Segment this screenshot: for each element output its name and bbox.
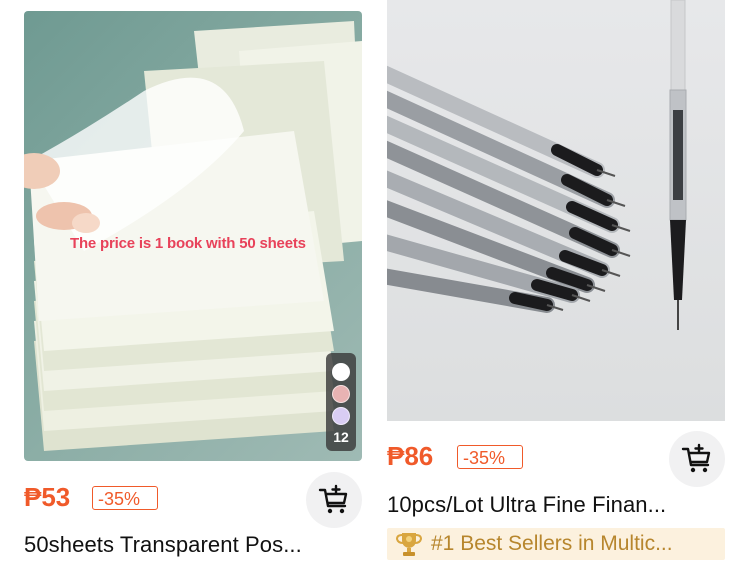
product-card[interactable]: ₱86 -35% 10pcs/Lot Ultra Fine Finan... #… bbox=[387, 0, 725, 566]
add-to-cart-icon bbox=[681, 443, 711, 473]
discount-badge: -35% bbox=[92, 486, 158, 510]
variant-swatch[interactable] bbox=[332, 385, 350, 403]
variant-swatch[interactable] bbox=[332, 363, 350, 381]
add-to-cart-icon bbox=[318, 484, 348, 514]
color-variant-picker[interactable]: 12 bbox=[326, 353, 356, 451]
product-image[interactable]: The price is 1 book with 50 sheets 12 bbox=[24, 11, 362, 461]
add-to-cart-button[interactable] bbox=[306, 472, 362, 528]
add-to-cart-button[interactable] bbox=[669, 431, 725, 487]
pens-illustration bbox=[387, 0, 687, 330]
price: ₱53 bbox=[24, 482, 71, 512]
bestseller-text: #1 Best Sellers in Multic... bbox=[431, 532, 673, 555]
product-title[interactable]: 50sheets Transparent Pos... bbox=[24, 532, 362, 558]
price: ₱86 bbox=[387, 441, 434, 471]
trophy-icon bbox=[395, 533, 423, 556]
product-card[interactable]: The price is 1 book with 50 sheets 12 ₱5… bbox=[24, 11, 362, 566]
product-title[interactable]: 10pcs/Lot Ultra Fine Finan... bbox=[387, 492, 725, 518]
variant-swatch[interactable] bbox=[332, 407, 350, 425]
discount-badge: -35% bbox=[457, 445, 523, 469]
product-image[interactable] bbox=[387, 0, 725, 421]
variant-count: 12 bbox=[333, 429, 349, 445]
image-overlay-text: The price is 1 book with 50 sheets bbox=[70, 235, 306, 252]
bestseller-badge[interactable]: #1 Best Sellers in Multic... bbox=[387, 528, 725, 560]
